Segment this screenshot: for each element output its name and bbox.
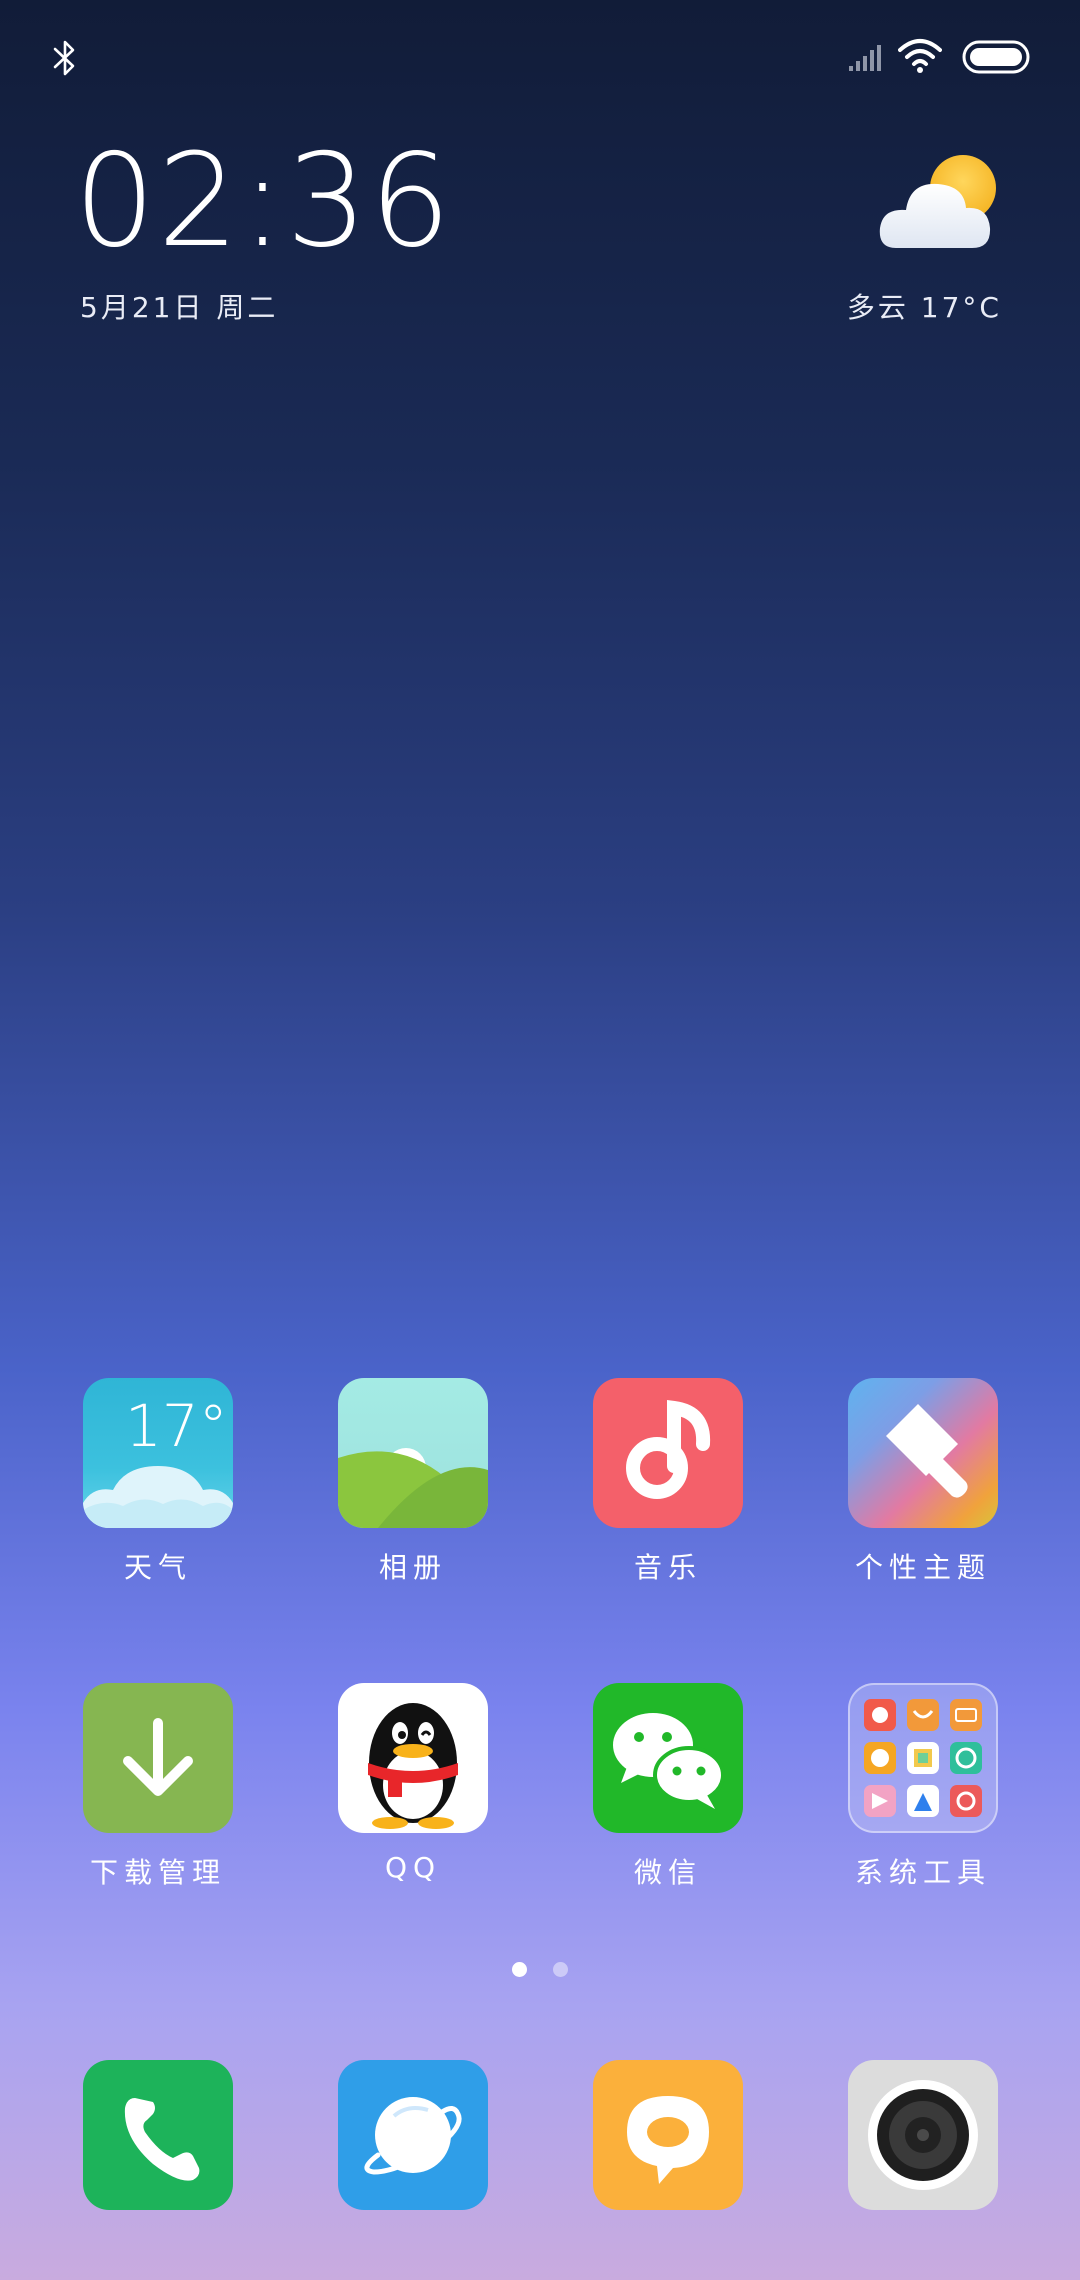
clock-date: 5月21日 周二: [80, 291, 279, 324]
app-qq[interactable]: QQ: [323, 1683, 503, 1884]
app-label: 个性主题: [854, 1551, 991, 1584]
music-icon[interactable]: [593, 1378, 743, 1528]
partly-cloudy-icon[interactable]: [876, 150, 1006, 260]
browser-icon[interactable]: [338, 2060, 488, 2210]
app-label: 系统工具: [854, 1856, 991, 1889]
app-weather[interactable]: 17° 天气: [68, 1378, 248, 1586]
weather-app-temperature: 17°: [125, 1392, 228, 1460]
gallery-icon[interactable]: [338, 1378, 488, 1528]
app-downloads[interactable]: 下载管理: [68, 1683, 248, 1891]
clock-time[interactable]: 02:36: [74, 138, 453, 266]
app-wechat[interactable]: 微信: [578, 1683, 758, 1891]
app-label: 下载管理: [89, 1856, 226, 1889]
app-label: 相册: [378, 1551, 447, 1584]
page-dot-active[interactable]: [512, 1962, 528, 1977]
page-indicator: [0, 1962, 1080, 1982]
wifi-icon: [898, 39, 942, 73]
phone-icon[interactable]: [83, 2060, 233, 2210]
app-label: 音乐: [633, 1551, 702, 1584]
battery-icon: [962, 40, 1030, 74]
app-music[interactable]: 音乐: [578, 1378, 758, 1586]
camera-icon[interactable]: [848, 2060, 998, 2210]
system-tools-folder-icon[interactable]: [848, 1683, 998, 1833]
bluetooth-icon: [53, 40, 75, 76]
app-label: QQ: [384, 1851, 442, 1884]
app-themes[interactable]: 个性主题: [833, 1378, 1013, 1586]
app-label: 天气: [123, 1551, 192, 1584]
status-bar: [0, 0, 1080, 120]
signal-icon: [849, 45, 881, 71]
wechat-icon[interactable]: [593, 1683, 743, 1833]
qq-icon[interactable]: [338, 1683, 488, 1833]
weather-summary[interactable]: 多云 17°C: [847, 286, 1002, 326]
app-label: 微信: [633, 1856, 702, 1889]
messages-icon[interactable]: [593, 2060, 743, 2210]
app-system-tools-folder[interactable]: 系统工具: [833, 1683, 1013, 1891]
themes-icon[interactable]: [848, 1378, 998, 1528]
downloads-icon[interactable]: [83, 1683, 233, 1833]
page-dot-inactive[interactable]: [552, 1962, 568, 1977]
weather-app-icon[interactable]: 17°: [83, 1378, 233, 1528]
app-gallery[interactable]: 相册: [323, 1378, 503, 1586]
